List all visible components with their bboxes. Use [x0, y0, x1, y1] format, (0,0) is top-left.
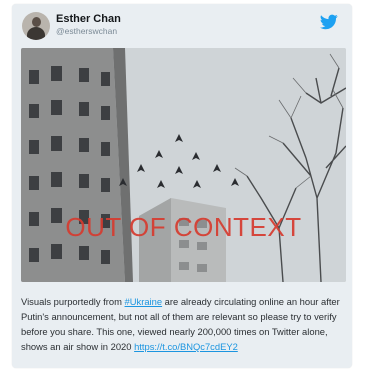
tweet-video-thumbnail[interactable]: OUT OF CONTEXT [21, 48, 346, 282]
author-name[interactable]: Esther Chan [56, 13, 121, 25]
avatar[interactable] [22, 12, 50, 40]
out-of-context-overlay: OUT OF CONTEXT [65, 212, 302, 242]
tweet-card: Esther Chan @estherswchan OUT OF CONTEXT… [12, 4, 352, 368]
author-handle[interactable]: @estherswchan [56, 26, 117, 36]
tweet-url-link[interactable]: https://t.co/BNQc7cdEY2 [134, 341, 238, 352]
airshow-scene [21, 48, 346, 282]
twitter-bird-icon[interactable] [320, 14, 338, 30]
tweet-body-start: Visuals purportedly from [21, 296, 125, 307]
tweet-header: Esther Chan @estherswchan [12, 4, 352, 46]
hashtag-ukraine-link[interactable]: #Ukraine [125, 296, 163, 307]
tweet-text: Visuals purportedly from #Ukraine are al… [21, 294, 347, 354]
